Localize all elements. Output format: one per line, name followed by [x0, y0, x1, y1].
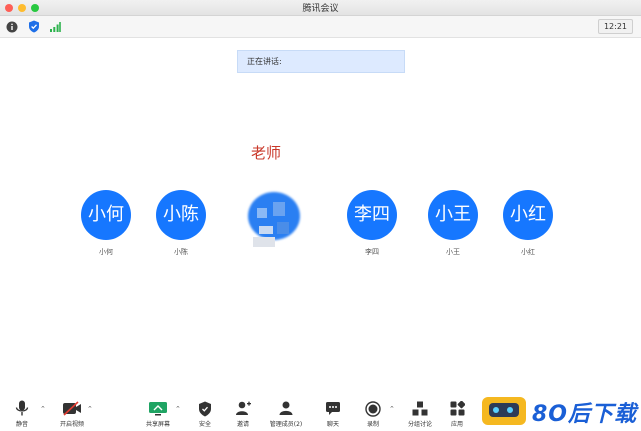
participant-tile[interactable]: 小红 小红 — [503, 190, 553, 257]
record-button[interactable]: 录制 — [355, 400, 391, 428]
mute-options-chevron-icon[interactable]: ⌃ — [40, 405, 46, 413]
watermark-logo-icon — [482, 397, 526, 425]
participant-name: 小何 — [99, 248, 113, 256]
security-shield-icon — [187, 400, 223, 417]
avatar: 小红 — [503, 190, 553, 240]
network-signal-icon[interactable] — [48, 20, 61, 33]
record-icon — [355, 400, 391, 417]
video-off-icon — [54, 400, 90, 417]
watermark-text: 8O后下载 — [532, 402, 638, 427]
manage-members-button[interactable]: 管理成员(2) — [264, 400, 308, 428]
avatar: 李四 — [347, 190, 397, 240]
avatar: 小王 — [428, 190, 478, 240]
participant-name: 小王 — [446, 248, 460, 256]
participant-tile[interactable]: 小陈 小陈 — [156, 190, 206, 257]
invite-button[interactable]: 邀请 — [225, 400, 261, 428]
speaking-indicator: 正在讲话: — [237, 50, 405, 73]
start-video-button[interactable]: 开启视频 — [54, 400, 90, 428]
participant-tile[interactable]: 小王 小王 — [428, 190, 478, 257]
window-title: 腾讯会议 — [302, 4, 339, 14]
title-bar: 腾讯会议 — [0, 0, 641, 16]
members-icon — [264, 400, 308, 417]
site-watermark: 8O后下载 — [482, 395, 641, 429]
meeting-clock: 12:21 — [597, 19, 633, 34]
add-user-icon — [225, 400, 261, 417]
participant-tile[interactable]: 李四 李四 — [347, 190, 397, 257]
breakout-rooms-button[interactable]: 分组讨论 — [402, 400, 438, 428]
participant-name: 李四 — [365, 248, 379, 256]
apps-grid-icon — [439, 400, 475, 417]
avatar: 小何 — [81, 190, 131, 240]
participant-tile[interactable]: 小何 小何 — [81, 190, 131, 257]
chat-button[interactable]: 聊天 — [315, 400, 351, 428]
video-options-chevron-icon[interactable]: ⌃ — [87, 405, 93, 413]
participant-name: 小陈 — [174, 248, 188, 256]
microphone-icon — [4, 400, 40, 417]
teacher-label: 老师 — [251, 144, 282, 162]
breakout-rooms-icon — [402, 400, 438, 417]
apps-button[interactable]: 应用 — [439, 400, 475, 428]
participant-name: 小红 — [521, 248, 535, 256]
blurred-avatar[interactable] — [245, 190, 305, 248]
mute-button[interactable]: 静音 — [4, 400, 40, 428]
share-screen-icon — [140, 400, 176, 417]
meeting-toolbar: 12:21 — [0, 16, 641, 38]
shield-icon[interactable] — [27, 20, 40, 33]
share-screen-button[interactable]: 共享屏幕 — [140, 400, 176, 428]
avatar: 小陈 — [156, 190, 206, 240]
info-icon[interactable] — [5, 20, 18, 33]
record-options-chevron-icon[interactable]: ⌃ — [389, 405, 395, 413]
security-button[interactable]: 安全 — [187, 400, 223, 428]
chat-icon — [315, 400, 351, 417]
share-options-chevron-icon[interactable]: ⌃ — [175, 405, 181, 413]
